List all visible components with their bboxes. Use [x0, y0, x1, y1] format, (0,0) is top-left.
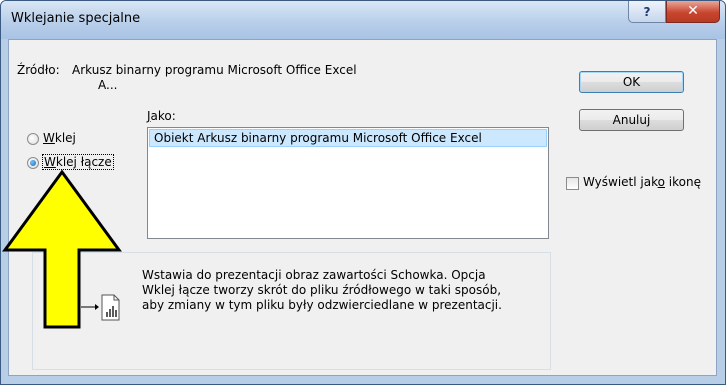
annotation-arrow — [2, 169, 122, 329]
